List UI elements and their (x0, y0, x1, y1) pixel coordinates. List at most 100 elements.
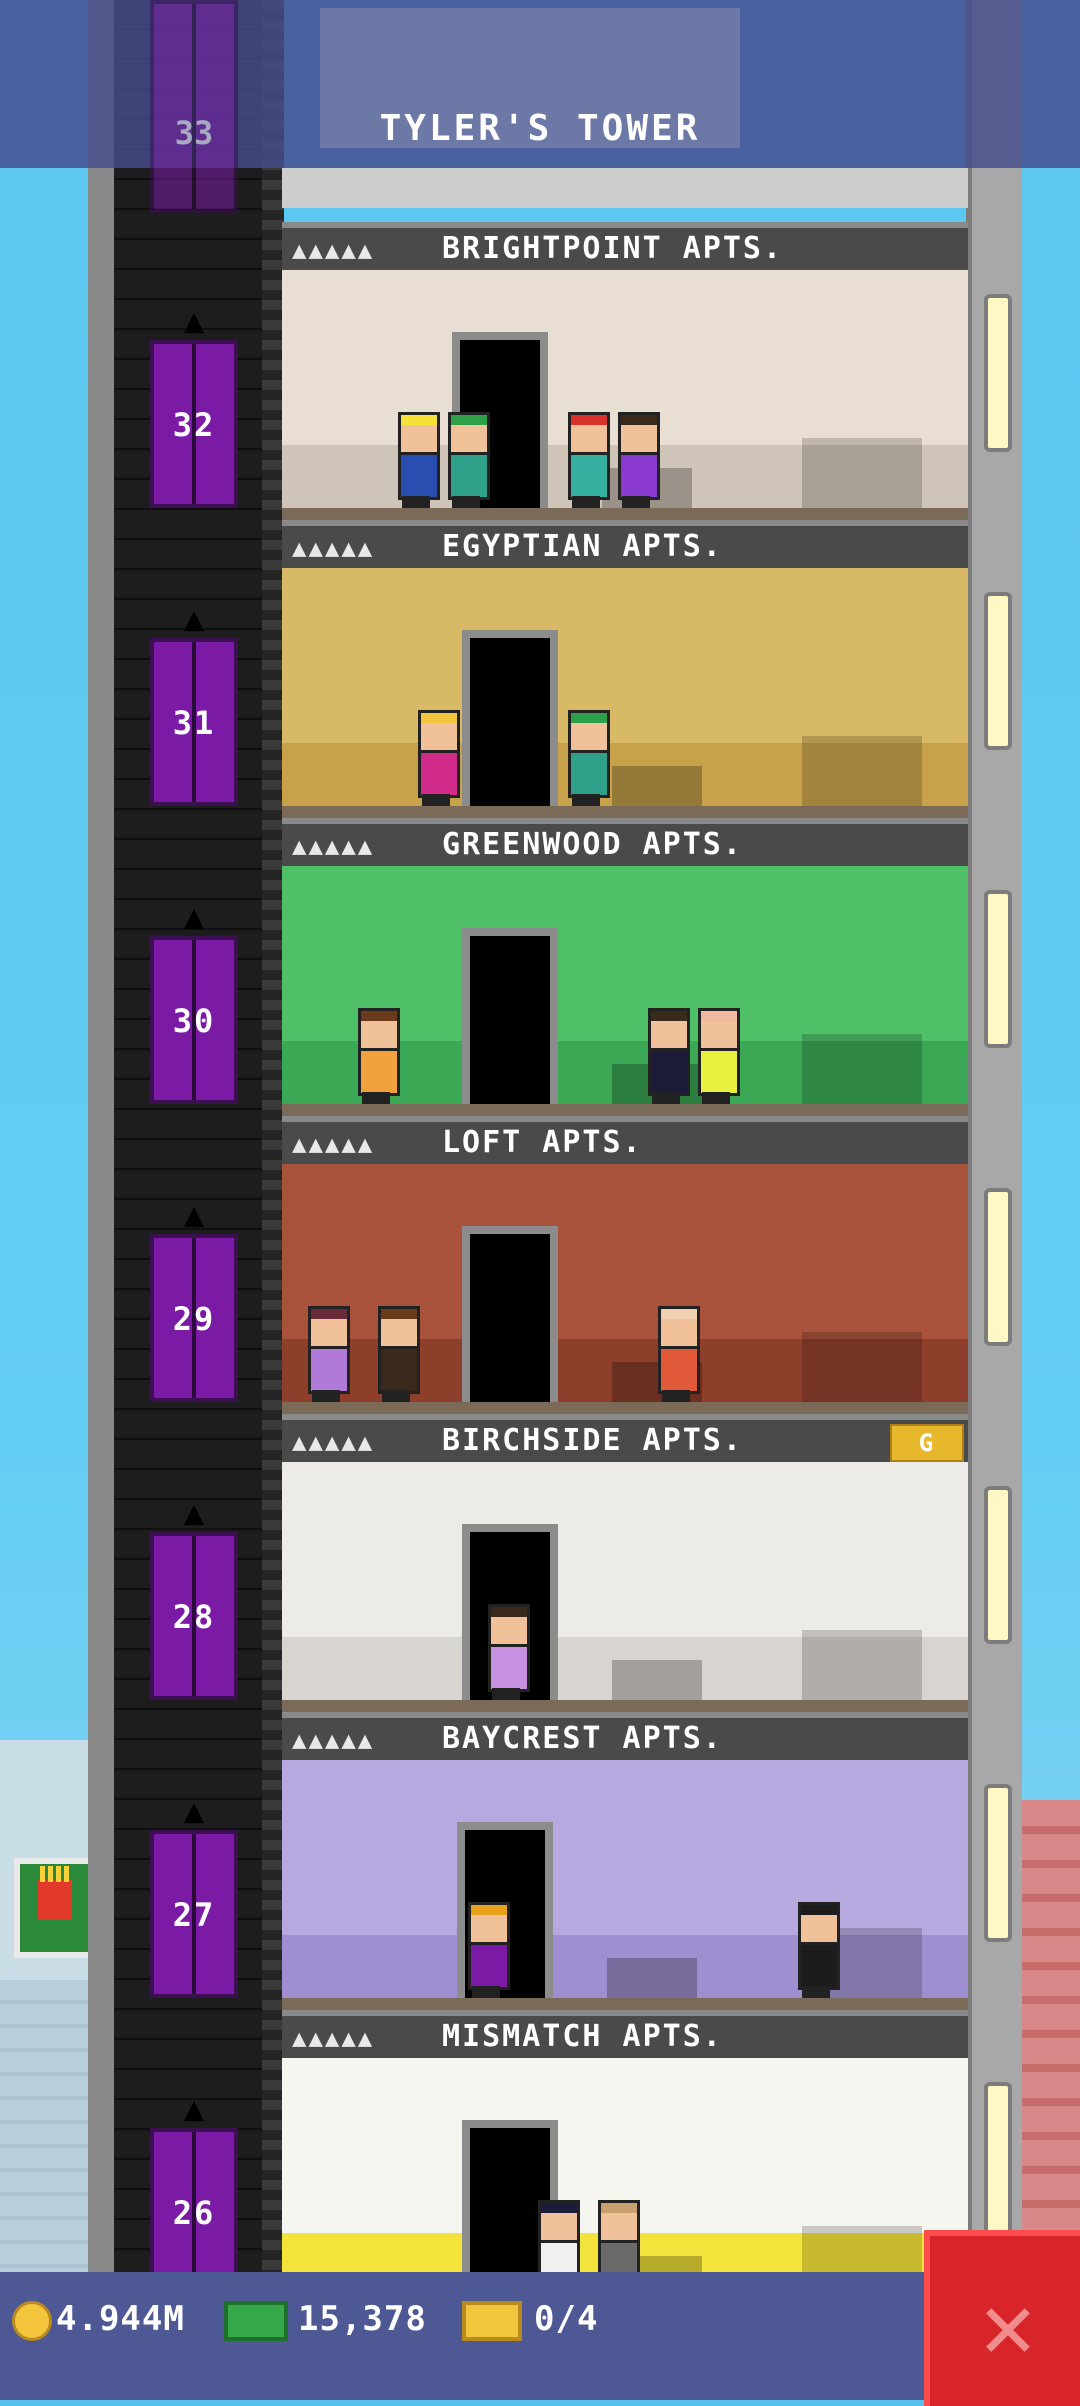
floor-stars: ▲▲▲▲▲ (292, 1726, 375, 1754)
bitizen[interactable] (372, 1306, 420, 1402)
tower-window-light (984, 1188, 1012, 1346)
furniture (612, 766, 702, 806)
floor-name: LOFT APTS. (442, 1125, 643, 1160)
bitizen[interactable] (462, 1902, 510, 1998)
background-building-left-lower (0, 1980, 95, 2300)
floor-31[interactable]: ▲▲▲▲▲ EGYPTIAN APTS. (282, 520, 968, 818)
floor-27[interactable]: ▲▲▲▲▲ BAYCREST APTS. (282, 1712, 968, 2010)
tower-window-light (984, 2082, 1012, 2240)
bat-emblem-icon: ▲ (183, 897, 205, 937)
apartment-room (282, 270, 968, 520)
elevator-floor-number: 32 (172, 406, 216, 444)
apartment-room (282, 866, 968, 1116)
floor-sign: ▲▲▲▲▲ BAYCREST APTS. (282, 1712, 968, 1760)
elevator-floor-number: 30 (172, 1002, 216, 1040)
floor-32[interactable]: ▲▲▲▲▲ BRIGHTPOINT APTS. (282, 222, 968, 520)
floor-stars: ▲▲▲▲▲ (292, 1130, 375, 1158)
elevator-floor-28[interactable]: ▲ 28 (150, 1496, 238, 1700)
tower-window-light (984, 294, 1012, 452)
floor-33-room-bottom (282, 168, 968, 208)
bitizen[interactable] (642, 1008, 690, 1104)
floor-name: BIRCHSIDE APTS. (442, 1423, 743, 1458)
floor-name: BAYCREST APTS. (442, 1721, 723, 1756)
floor-name: GREENWOOD APTS. (442, 827, 743, 862)
apartment-door (462, 630, 558, 808)
elevator-floor-number: 26 (172, 2194, 216, 2232)
bitizen[interactable] (562, 412, 610, 508)
fries-billboard (14, 1858, 96, 1958)
furniture (802, 1630, 922, 1700)
background-building-right (1020, 1800, 1080, 2300)
bitizen[interactable] (302, 1306, 350, 1402)
coin-icon (12, 2300, 52, 2341)
apartment-room (282, 1462, 968, 1712)
floor-name: EGYPTIAN APTS. (442, 529, 723, 564)
bitizen[interactable] (692, 1008, 740, 1104)
floor-sign: ▲▲▲▲▲ GREENWOOD APTS. (282, 818, 968, 866)
bitizen[interactable] (412, 710, 460, 806)
apartment-room (282, 1164, 968, 1414)
furniture (802, 438, 922, 508)
elevator-rail (262, 0, 284, 2272)
bitizen[interactable] (442, 412, 490, 508)
floor-base (282, 1104, 968, 1116)
close-icon: ✕ (980, 2272, 1036, 2379)
bat-emblem-icon: ▲ (183, 1493, 205, 1533)
furniture (612, 1660, 702, 1700)
floor-28[interactable]: ▲▲▲▲▲ BIRCHSIDE APTS. G (282, 1414, 968, 1712)
bat-emblem-icon: ▲ (183, 2089, 205, 2129)
apartment-room (282, 2058, 968, 2308)
bitizen[interactable] (652, 1306, 700, 1402)
bitizen[interactable] (612, 412, 660, 508)
apartment-door (462, 928, 558, 1106)
bat-emblem-icon: ▲ (183, 1791, 205, 1831)
elevator-floor-29[interactable]: ▲ 29 (150, 1198, 238, 1402)
furniture (802, 1332, 922, 1402)
coins-display: 4.944M (12, 2294, 185, 2344)
bat-emblem-icon: ▲ (183, 599, 205, 639)
bitizen[interactable] (392, 412, 440, 508)
elevator-floor-number: 27 (172, 1896, 216, 1934)
apartment-door (462, 1226, 558, 1404)
bitizen[interactable] (482, 1604, 530, 1700)
tower-outer-wall (88, 0, 114, 2272)
elevator-floor-33[interactable]: 33 (150, 0, 238, 213)
furniture (607, 1958, 697, 1998)
coins-value: 4.944M (56, 2299, 185, 2339)
floor-26[interactable]: ▲▲▲▲▲ MISMATCH APTS. (282, 2010, 968, 2308)
floor-stars: ▲▲▲▲▲ (292, 2024, 375, 2052)
floor-base (282, 1700, 968, 1712)
elevator-floor-number: 29 (172, 1300, 216, 1338)
elevator-floor-30[interactable]: ▲ 30 (150, 900, 238, 1104)
floor-sign: ▲▲▲▲▲ BRIGHTPOINT APTS. (282, 222, 968, 270)
floor-base (282, 508, 968, 520)
close-button[interactable]: ✕ (924, 2230, 1080, 2406)
bitizen[interactable] (562, 710, 610, 806)
elevator-floor-32[interactable]: ▲ 32 (150, 304, 238, 508)
floor-sign: ▲▲▲▲▲ EGYPTIAN APTS. (282, 520, 968, 568)
floor-sign: ▲▲▲▲▲ LOFT APTS. (282, 1116, 968, 1164)
floor-base (282, 1402, 968, 1414)
bitizen[interactable] (792, 1902, 840, 1998)
floor-30[interactable]: ▲▲▲▲▲ GREENWOOD APTS. (282, 818, 968, 1116)
elevator-floor-number: 31 (172, 704, 216, 742)
elevator-floor-27[interactable]: ▲ 27 (150, 1794, 238, 1998)
bitizen[interactable] (352, 1008, 400, 1104)
floor-stars: ▲▲▲▲▲ (292, 1428, 375, 1456)
floor-stars: ▲▲▲▲▲ (292, 534, 375, 562)
floor-stars: ▲▲▲▲▲ (292, 236, 375, 264)
tickets-display: 0/4 (462, 2294, 598, 2344)
bux-icon (224, 2300, 288, 2341)
tower-title: TYLER'S TOWER (379, 108, 701, 149)
furniture (802, 736, 922, 806)
tower-window-light (984, 1784, 1012, 1942)
floor-base (282, 806, 968, 818)
gold-badge[interactable]: G (890, 1424, 964, 1462)
elevator-floor-26[interactable]: ▲ 26 (150, 2092, 238, 2296)
floor-stars: ▲▲▲▲▲ (292, 832, 375, 860)
apartment-room (282, 568, 968, 818)
floor-base (282, 1998, 968, 2010)
floor-29[interactable]: ▲▲▲▲▲ LOFT APTS. (282, 1116, 968, 1414)
floor-sign: ▲▲▲▲▲ BIRCHSIDE APTS. G (282, 1414, 968, 1462)
elevator-floor-31[interactable]: ▲ 31 (150, 602, 238, 806)
